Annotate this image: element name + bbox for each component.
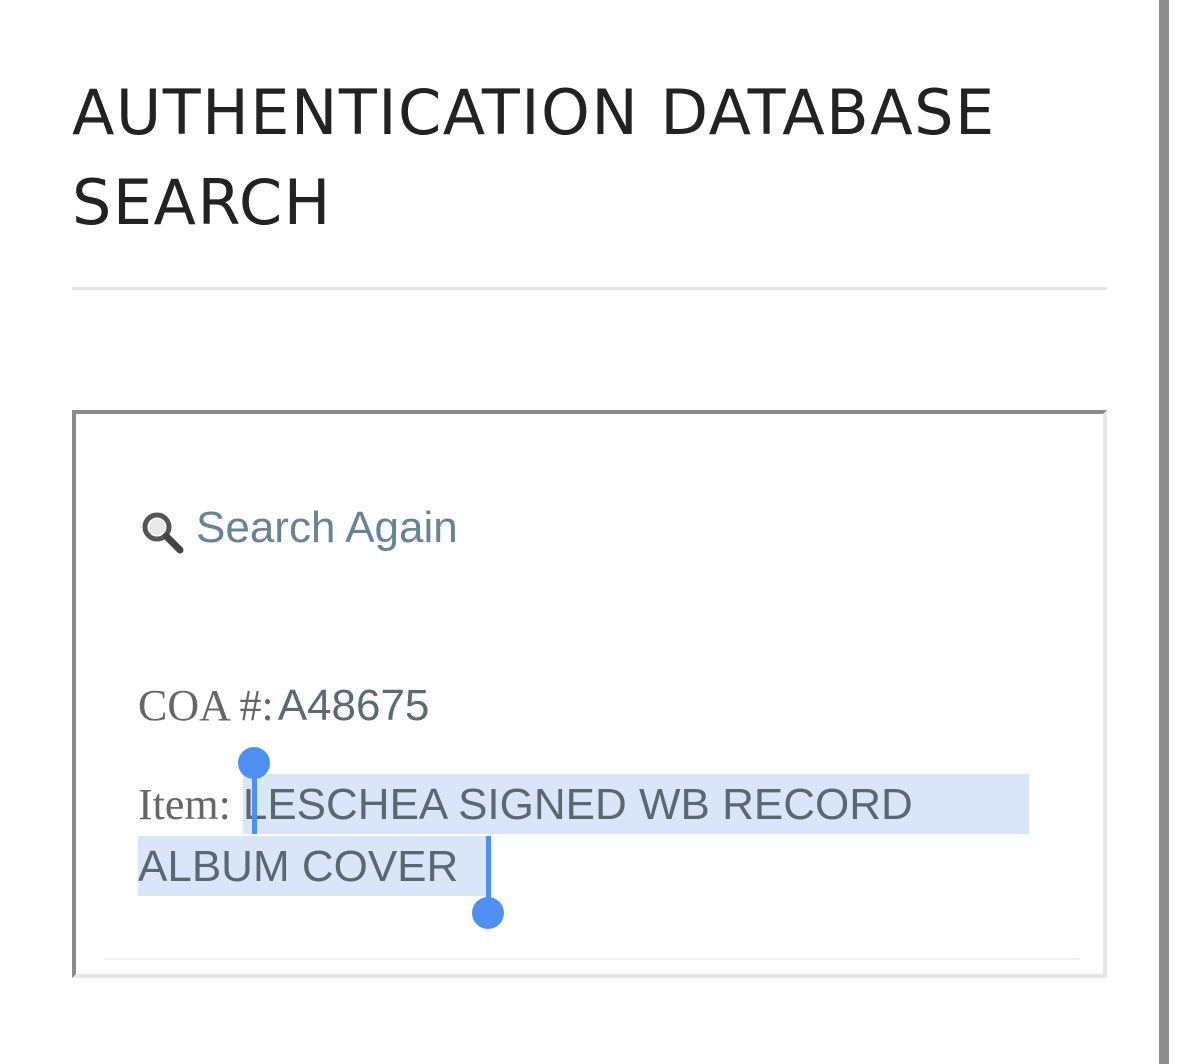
item-value-line-1[interactable]: LESCHEA SIGNED WB RECORD bbox=[242, 774, 1029, 834]
page: AUTHENTICATION DATABASE SEARCH Search Ag… bbox=[0, 0, 1179, 1064]
search-again-link[interactable]: Search Again bbox=[138, 500, 458, 556]
result-card: Search Again COA #: A48675 Item: LESCHEA … bbox=[72, 410, 1107, 978]
title-divider bbox=[72, 287, 1107, 290]
coa-value: A48675 bbox=[277, 681, 430, 730]
right-edge-bar bbox=[1159, 0, 1169, 1064]
selection-end-caret bbox=[486, 836, 491, 906]
item-line-2: ALBUM COVER bbox=[138, 836, 486, 908]
selection-end-handle[interactable] bbox=[472, 897, 504, 929]
coa-label: COA #: bbox=[138, 681, 274, 730]
selection-start-handle[interactable] bbox=[238, 747, 270, 779]
item-label: Item: bbox=[138, 780, 231, 829]
search-icon bbox=[142, 512, 184, 554]
card-footer-divider bbox=[104, 958, 1079, 960]
search-again-label[interactable]: Search Again bbox=[196, 503, 458, 553]
page-title: AUTHENTICATION DATABASE SEARCH bbox=[72, 76, 996, 239]
item-value-line-2[interactable]: ALBUM COVER bbox=[138, 836, 486, 896]
coa-row: COA #: A48675 bbox=[138, 680, 429, 731]
